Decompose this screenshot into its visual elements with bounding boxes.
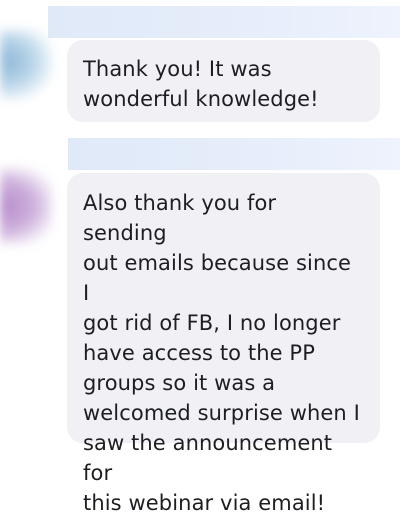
message-bubble: Thank you! It was wonderful knowledge! [67, 40, 380, 122]
sender-avatar [0, 30, 52, 100]
redacted-name-bar [48, 6, 400, 38]
sender-avatar [0, 168, 52, 244]
redacted-name-bar [68, 138, 400, 170]
message-bubble: Also thank you for sending out emails be… [67, 173, 380, 515]
